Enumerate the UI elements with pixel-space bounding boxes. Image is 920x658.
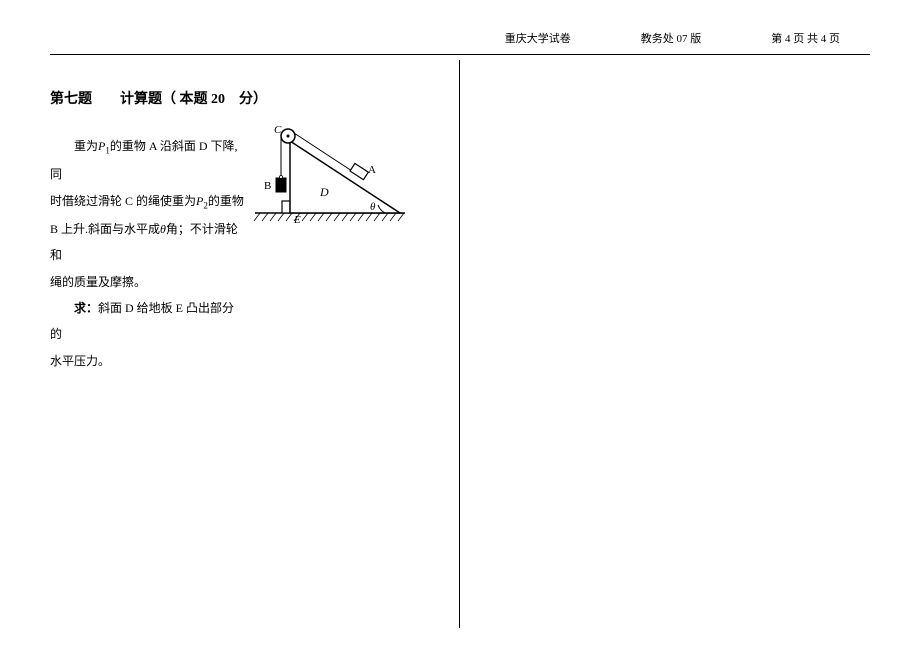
header-university: 重庆大学试卷 xyxy=(505,30,571,46)
ground-hatching xyxy=(254,213,405,221)
label-a: A xyxy=(368,164,376,176)
hook-b-icon xyxy=(280,176,283,179)
header-edition: 教务处 07 版 xyxy=(641,30,702,46)
question-line-4: 绳的质量及摩擦。 xyxy=(50,269,245,295)
question-line-2: 时借绕过滑轮 C 的绳使重为P2的重物 xyxy=(50,188,245,216)
label-c: C xyxy=(274,124,282,136)
weight-a xyxy=(350,163,368,179)
question-title: 第七题 计算题（ 本题 20 分） xyxy=(50,88,444,108)
incline-diagram-svg: C A B D E θ xyxy=(250,123,410,233)
label-d: D xyxy=(319,185,329,199)
pulley-center xyxy=(287,135,290,138)
weight-b xyxy=(276,178,286,192)
question-line-1: 重为P1的重物 A 沿斜面 D 下降,同 xyxy=(50,133,245,188)
question-body: 重为P1的重物 A 沿斜面 D 下降,同 时借绕过滑轮 C 的绳使重为P2的重物… xyxy=(50,133,444,374)
question-line-3: B 上升.斜面与水平成θ角；不计滑轮和 xyxy=(50,216,245,269)
question-line-5: 求：斜面 D 给地板 E 凸出部分的 xyxy=(50,295,245,348)
physics-diagram: C A B D E θ xyxy=(250,123,410,233)
question-paragraph: 重为P1的重物 A 沿斜面 D 下降,同 时借绕过滑轮 C 的绳使重为P2的重物… xyxy=(50,133,245,374)
page-header: 重庆大学试卷 教务处 07 版 第 4 页 共 4 页 xyxy=(50,30,870,55)
right-column xyxy=(460,60,870,628)
label-theta: θ xyxy=(370,201,376,213)
header-page-info: 第 4 页 共 4 页 xyxy=(771,30,840,46)
content-area: 第七题 计算题（ 本题 20 分） 重为P1的重物 A 沿斜面 D 下降,同 时… xyxy=(50,60,870,628)
incline-triangle xyxy=(290,141,400,213)
label-e: E xyxy=(293,214,301,226)
block-e xyxy=(282,201,290,213)
left-column: 第七题 计算题（ 本题 20 分） 重为P1的重物 A 沿斜面 D 下降,同 时… xyxy=(50,60,460,628)
question-line-6: 水平压力。 xyxy=(50,348,245,374)
label-b: B xyxy=(264,180,271,192)
